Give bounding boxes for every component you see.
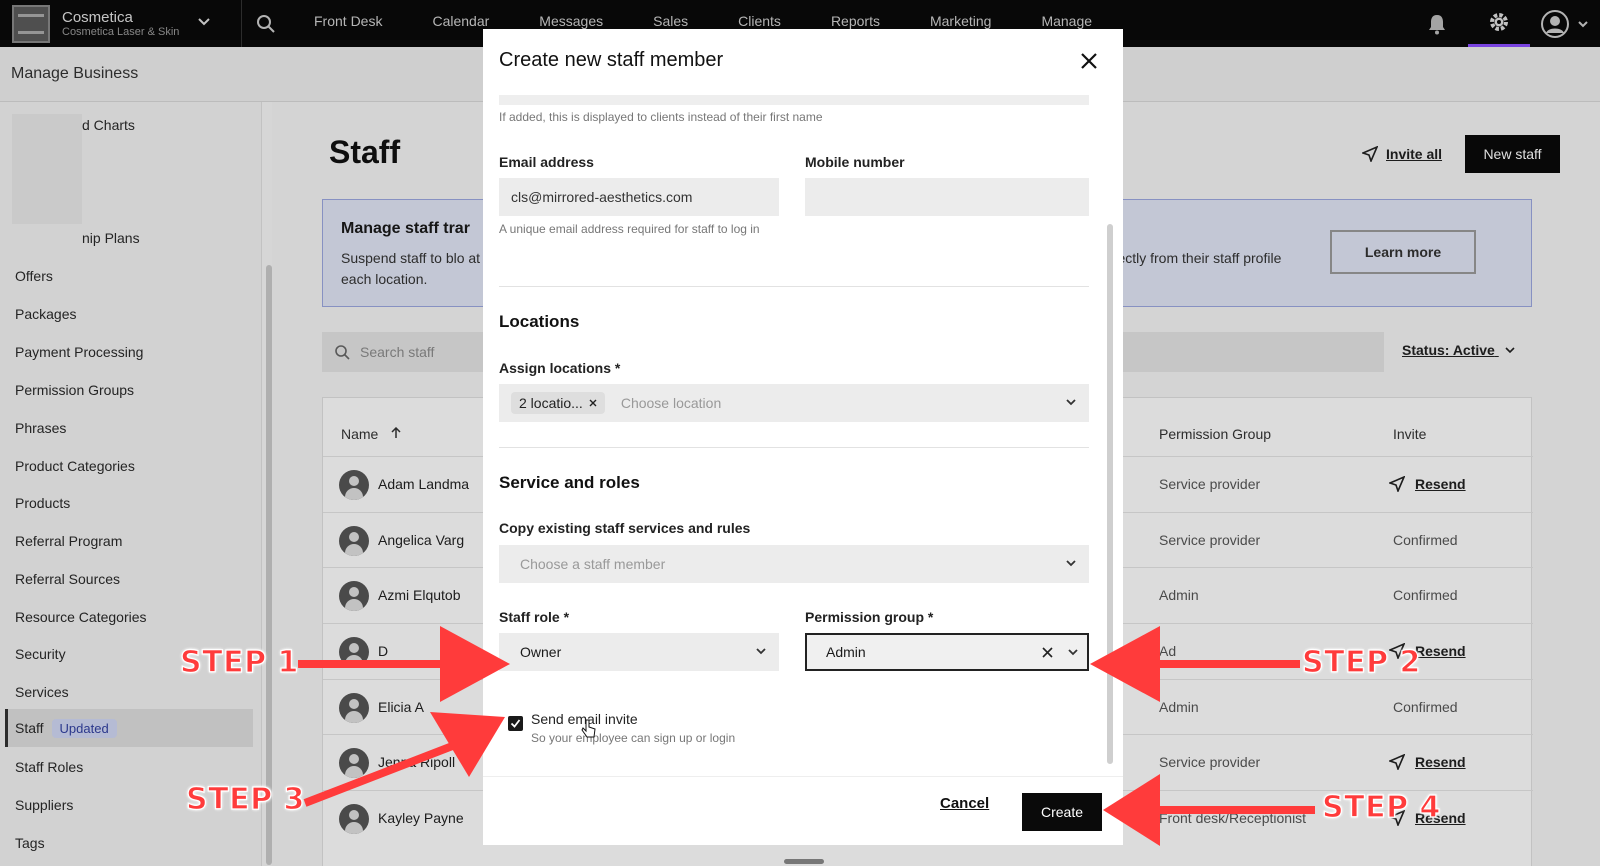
cancel-button[interactable]: Cancel bbox=[940, 795, 989, 812]
staff-role-select[interactable]: Owner bbox=[499, 633, 779, 671]
service-roles-section-title: Service and roles bbox=[499, 473, 640, 492]
modal-header: Create new staff member bbox=[483, 29, 1123, 95]
permission-group-label: Permission group * bbox=[805, 609, 934, 625]
copy-services-label: Copy existing staff services and rules bbox=[499, 520, 751, 536]
send-email-invite-checkbox[interactable] bbox=[508, 716, 523, 731]
preferred-name-hint: If added, this is displayed to clients i… bbox=[499, 110, 823, 124]
email-hint: A unique email address required for staf… bbox=[499, 222, 760, 236]
locations-select[interactable]: 2 locatio... Choose location bbox=[499, 384, 1089, 422]
close-icon[interactable] bbox=[1075, 47, 1103, 75]
staff-role-value: Owner bbox=[520, 644, 562, 660]
locations-chip[interactable]: 2 locatio... bbox=[511, 392, 605, 414]
step-2-annotation: STEP 2 bbox=[1301, 644, 1421, 680]
assign-locations-label: Assign locations * bbox=[499, 360, 621, 376]
modal-footer: Cancel Create bbox=[483, 776, 1123, 845]
locations-chip-label: 2 locatio... bbox=[519, 395, 583, 411]
chevron-down-icon bbox=[1066, 560, 1076, 567]
email-field[interactable] bbox=[499, 178, 779, 216]
permission-group-select[interactable]: Admin bbox=[805, 633, 1089, 671]
locations-section-title: Locations bbox=[499, 312, 580, 331]
permission-group-value: Admin bbox=[826, 644, 866, 660]
copy-staff-placeholder: Choose a staff member bbox=[520, 556, 666, 572]
preferred-name-field[interactable] bbox=[499, 95, 1089, 105]
drag-handle[interactable] bbox=[784, 859, 824, 864]
step-1-annotation: STEP 1 bbox=[179, 644, 299, 680]
step-3-annotation: STEP 3 bbox=[185, 781, 305, 817]
create-button[interactable]: Create bbox=[1022, 793, 1102, 831]
divider bbox=[499, 447, 1089, 448]
checkmark-icon bbox=[510, 719, 521, 728]
modal-scrollbar[interactable] bbox=[1107, 224, 1113, 764]
mobile-label: Mobile number bbox=[805, 154, 905, 170]
send-email-invite-hint: So your employee can sign up or login bbox=[531, 731, 736, 745]
mouse-pointer-icon bbox=[581, 719, 596, 738]
chevron-down-icon bbox=[1066, 399, 1076, 406]
clear-icon bbox=[1042, 647, 1053, 658]
email-label: Email address bbox=[499, 154, 594, 170]
chevron-down-icon bbox=[756, 648, 766, 655]
copy-staff-select[interactable]: Choose a staff member bbox=[499, 545, 1089, 583]
staff-role-label: Staff role * bbox=[499, 609, 570, 625]
create-staff-modal: Create new staff member If added, this i… bbox=[483, 29, 1123, 845]
mobile-field[interactable] bbox=[805, 178, 1089, 216]
step-4-annotation: STEP 4 bbox=[1321, 789, 1441, 825]
chevron-down-icon bbox=[1068, 649, 1078, 656]
remove-icon bbox=[589, 399, 597, 407]
divider bbox=[499, 286, 1089, 287]
locations-placeholder: Choose location bbox=[620, 395, 722, 411]
modal-title: Create new staff member bbox=[499, 49, 724, 71]
modal-body: If added, this is displayed to clients i… bbox=[499, 95, 1093, 795]
